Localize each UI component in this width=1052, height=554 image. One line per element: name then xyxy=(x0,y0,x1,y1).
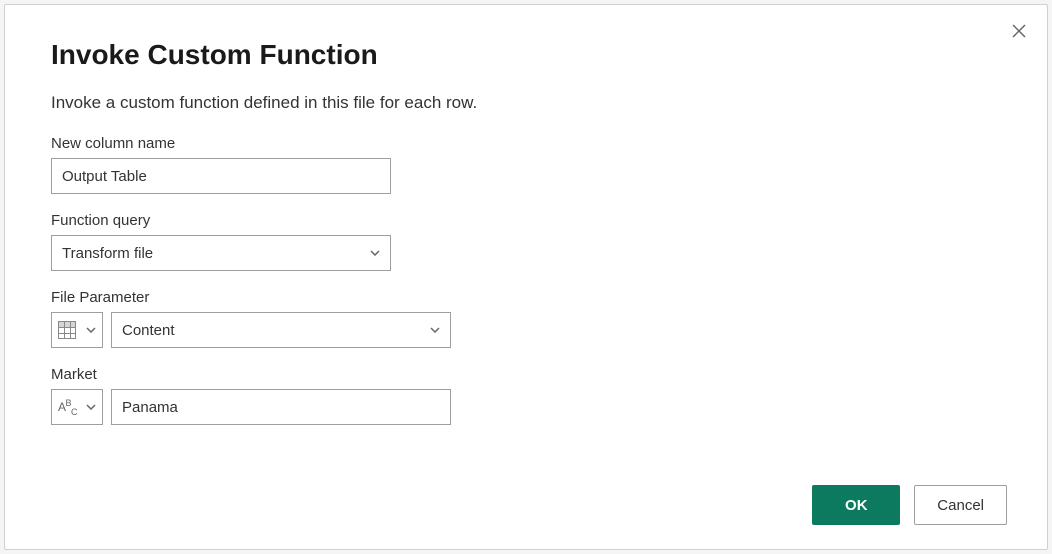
file-parameter-dropdown[interactable]: Content xyxy=(111,312,451,348)
invoke-custom-function-dialog: Invoke Custom Function Invoke a custom f… xyxy=(4,4,1048,550)
market-label: Market xyxy=(51,366,1001,383)
chevron-down-icon xyxy=(430,325,440,335)
function-query-field-group: Function query Transform file xyxy=(51,212,1001,271)
text-type-icon: ABC xyxy=(58,398,77,416)
market-input[interactable] xyxy=(111,389,451,425)
function-query-label: Function query xyxy=(51,212,1001,229)
close-button[interactable] xyxy=(1009,21,1029,41)
file-parameter-type-selector[interactable] xyxy=(51,312,103,348)
new-column-name-field-group: New column name xyxy=(51,135,1001,194)
new-column-name-input[interactable] xyxy=(51,158,391,194)
file-parameter-label: File Parameter xyxy=(51,289,1001,306)
function-query-dropdown[interactable]: Transform file xyxy=(51,235,391,271)
close-icon xyxy=(1011,23,1027,39)
ok-button[interactable]: OK xyxy=(812,485,900,525)
chevron-down-icon xyxy=(86,402,96,412)
new-column-name-label: New column name xyxy=(51,135,1001,152)
function-query-value: Transform file xyxy=(62,245,153,262)
file-parameter-field-group: File Parameter Content xyxy=(51,289,1001,348)
chevron-down-icon xyxy=(370,248,380,258)
market-field-group: Market ABC xyxy=(51,366,1001,425)
market-type-selector[interactable]: ABC xyxy=(51,389,103,425)
dialog-subtitle: Invoke a custom function defined in this… xyxy=(51,93,1001,113)
table-icon xyxy=(58,321,76,339)
chevron-down-icon xyxy=(86,325,96,335)
file-parameter-value: Content xyxy=(122,322,175,339)
dialog-title: Invoke Custom Function xyxy=(51,39,1001,71)
dialog-button-row: OK Cancel xyxy=(812,485,1007,525)
cancel-button[interactable]: Cancel xyxy=(914,485,1007,525)
